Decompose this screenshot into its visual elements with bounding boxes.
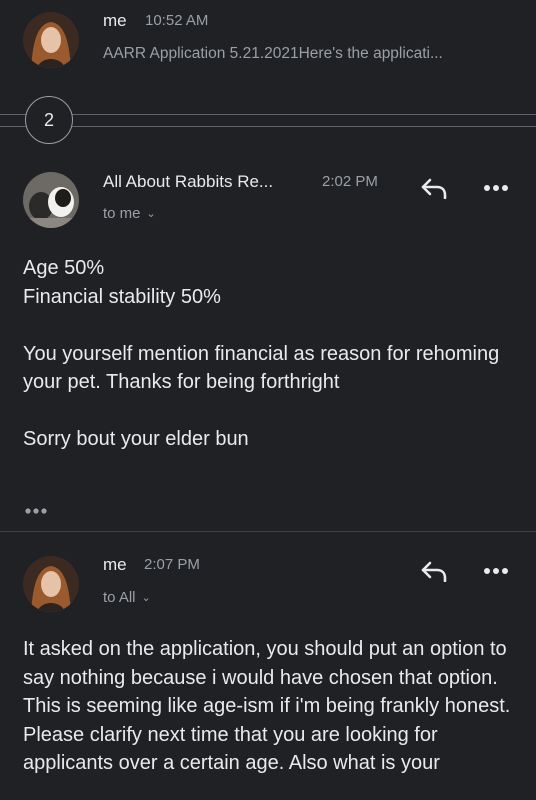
body-paragraph: Sorry bout your elder bun — [23, 428, 249, 450]
recipient-label: to me — [103, 205, 141, 222]
divider-top — [0, 114, 536, 115]
sender-avatar — [23, 172, 79, 228]
message-body: Age 50% Financial stability 50% You your… — [23, 254, 518, 454]
sender-name: All About Rabbits Re... — [103, 172, 274, 191]
recipient-toggle[interactable]: to me ⌄ — [103, 205, 156, 222]
divider-bottom — [0, 126, 536, 127]
chevron-down-icon: ⌄ — [146, 208, 156, 220]
message-time: 2:02 PM — [322, 173, 378, 190]
more-horizontal-icon[interactable] — [478, 173, 514, 203]
sender-name: me — [103, 555, 127, 574]
recipient-toggle[interactable]: to All ⌄ — [103, 589, 151, 606]
reply-icon[interactable] — [416, 173, 452, 203]
recipient-label: to All — [103, 589, 136, 606]
hidden-messages-count[interactable]: 2 — [25, 96, 73, 144]
message-body: It asked on the application, you should … — [23, 635, 514, 778]
show-trimmed-content-icon[interactable] — [24, 502, 50, 520]
chevron-down-icon: ⌄ — [141, 592, 151, 604]
message-snippet: AARR Application 5.21.2021Here's the app… — [103, 45, 443, 62]
sender-avatar — [23, 12, 79, 68]
more-horizontal-icon[interactable] — [478, 556, 514, 586]
message-time: 10:52 AM — [145, 12, 209, 29]
message-divider — [0, 531, 536, 532]
message-time: 2:07 PM — [144, 556, 200, 573]
body-line: Age 50% — [23, 257, 105, 279]
sender-avatar — [23, 556, 79, 612]
body-line: Financial stability 50% — [23, 285, 221, 308]
body-paragraph: You yourself mention financial as reason… — [23, 342, 500, 394]
reply-icon[interactable] — [416, 556, 452, 586]
sender-name: me — [103, 11, 127, 30]
body-paragraph: It asked on the application, you should … — [23, 638, 511, 774]
